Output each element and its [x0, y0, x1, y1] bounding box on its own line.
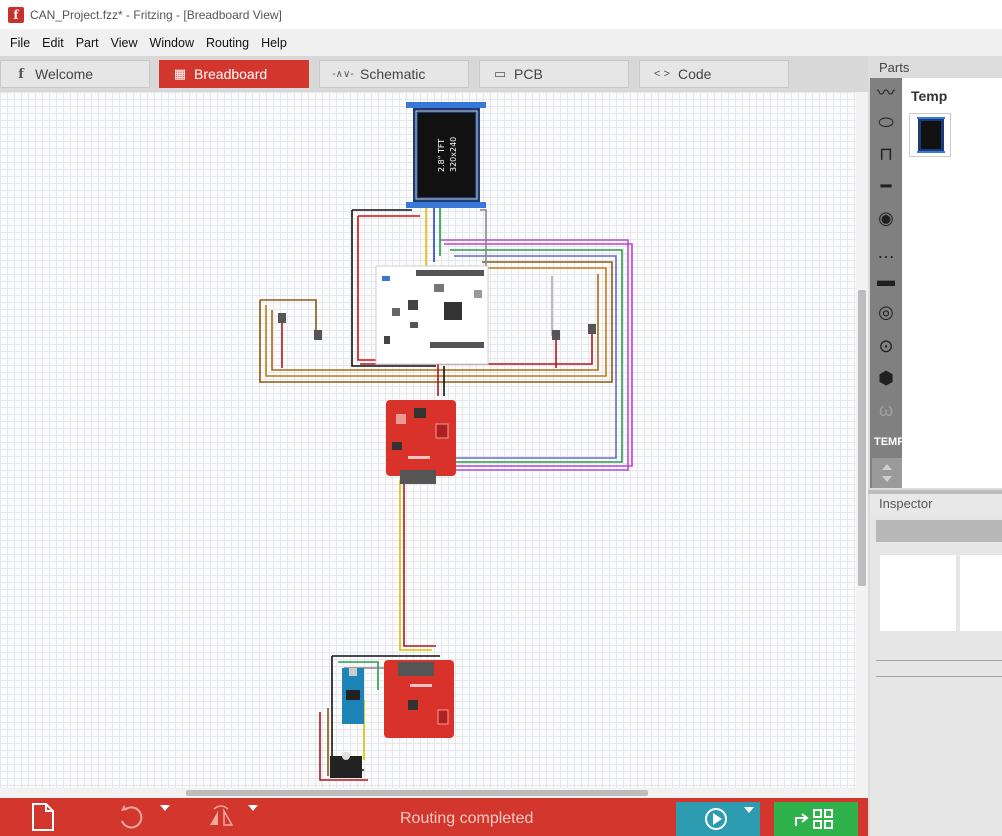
scroll-thumb[interactable] [186, 790, 648, 796]
parts-bin-title: Temp [911, 88, 948, 104]
antenna-icon[interactable]: ◎ [874, 300, 898, 324]
menu-routing[interactable]: Routing [200, 36, 255, 50]
scroll-thumb[interactable] [858, 290, 866, 586]
menu-help[interactable]: Help [255, 36, 293, 50]
fritzing-app-icon: f [8, 6, 24, 23]
chip-icon[interactable]: ▬ [874, 268, 898, 292]
can-shield-upper [386, 400, 456, 484]
temp-bin-label[interactable]: TEMP [874, 436, 905, 448]
tab-pcb[interactable]: ▭ PCB [479, 60, 629, 88]
wire [480, 209, 487, 266]
tab-label: Breadboard [194, 66, 268, 82]
inspector-icon-preview [960, 555, 1002, 631]
component-icon[interactable]: ━ [874, 174, 898, 198]
sensor-icon[interactable]: ⊙ [874, 334, 898, 358]
rotate-button[interactable] [116, 802, 146, 832]
breadboard-icon: ▦ [173, 66, 187, 81]
flip-icon [210, 805, 234, 826]
canvas-vertical-scrollbar[interactable] [856, 92, 868, 798]
rotate-icon [121, 805, 143, 829]
routing-status-text: Routing completed [400, 810, 534, 827]
tab-label: Code [678, 66, 712, 82]
rotate-dropdown-caret[interactable] [160, 805, 170, 811]
tft-label-line2: 320x240 [449, 137, 458, 172]
inspector-breadboard-preview [880, 555, 956, 631]
parts-bin-tabs: 〰 ⬭ ⊓ ━ ◉ … ▬ ◎ ⊙ ⬢ ω [870, 78, 902, 488]
code-icon: < > [654, 68, 670, 80]
button-icon[interactable]: ◉ [874, 206, 898, 230]
pushbutton [552, 330, 560, 340]
inspector-header: Inspector [870, 494, 1002, 516]
circuit-drawing: 2.8" TFT 320x240 [259, 102, 633, 781]
title-bar: f CAN_Project.fzz* - Fritzing - [Breadbo… [0, 0, 1002, 29]
tab-label: PCB [514, 66, 543, 82]
route-button[interactable] [676, 802, 760, 836]
omega-icon[interactable]: ω [874, 398, 898, 422]
document-icon [32, 803, 54, 831]
bin-scroll-arrows[interactable] [872, 458, 902, 488]
menu-window[interactable]: Window [144, 36, 200, 50]
tab-label: Schematic [360, 66, 426, 82]
menu-bar: File Edit Part View Window Routing Help [0, 29, 1002, 56]
new-sketch-button[interactable] [30, 802, 56, 832]
breadboard-canvas[interactable]: 2.8" TFT 320x240 [0, 92, 856, 788]
more-icon[interactable]: … [874, 240, 898, 264]
arduino-nano [342, 668, 364, 724]
flip-dropdown-caret[interactable] [248, 805, 258, 811]
tft-display: 2.8" TFT 320x240 [406, 102, 486, 208]
menu-part[interactable]: Part [70, 36, 105, 50]
mouse-icon[interactable]: ⬭ [874, 110, 898, 134]
menu-file[interactable]: File [4, 36, 36, 50]
tab-label: Welcome [35, 66, 94, 82]
scroll-up-icon[interactable] [882, 464, 892, 470]
menu-view[interactable]: View [105, 36, 144, 50]
tab-schematic[interactable]: -∧∨- Schematic [319, 60, 469, 88]
servo-motor [330, 752, 362, 778]
flip-button[interactable] [206, 802, 236, 832]
autoroute-button[interactable] [774, 802, 858, 836]
canvas-horizontal-scrollbar[interactable] [0, 788, 856, 798]
divider [876, 676, 1002, 677]
wire [260, 299, 317, 330]
tft-label-line1: 2.8" TFT [437, 139, 446, 172]
pcb-icon: ▭ [493, 66, 507, 81]
view-tab-bar: f Welcome ▦ Breadboard -∧∨- Schematic ▭ … [0, 56, 868, 92]
window-title: CAN_Project.fzz* - Fritzing - [Breadboar… [30, 7, 282, 22]
menu-edit[interactable]: Edit [36, 36, 70, 50]
pushbutton [278, 313, 286, 323]
tab-breadboard[interactable]: ▦ Breadboard [159, 60, 309, 88]
autoroute-icon [795, 809, 833, 829]
scroll-down-icon[interactable] [882, 476, 892, 482]
tab-welcome[interactable]: f Welcome [0, 60, 150, 88]
fritzing-f-icon: f [18, 66, 24, 82]
hexagon-icon[interactable]: ⬢ [874, 366, 898, 390]
resistor-icon: -∧∨- [332, 68, 354, 80]
tft-thumbnail-icon [917, 117, 945, 153]
divider [876, 660, 1002, 661]
inspector-title-bar [876, 520, 1002, 542]
tab-code[interactable]: < > Code [639, 60, 789, 88]
wire [403, 482, 436, 647]
oscilloscope-icon[interactable]: 〰 [874, 80, 898, 104]
pushbutton [314, 330, 322, 340]
bottom-toolbar: Routing completed [0, 798, 868, 836]
pulse-icon[interactable]: ⊓ [874, 142, 898, 166]
tft-part-thumbnail[interactable] [909, 113, 951, 157]
route-dropdown-caret[interactable] [744, 807, 754, 813]
pushbutton [588, 324, 596, 334]
parts-panel-header: Parts [879, 60, 910, 75]
can-shield-lower [384, 660, 454, 738]
nucleo-board [375, 265, 489, 365]
